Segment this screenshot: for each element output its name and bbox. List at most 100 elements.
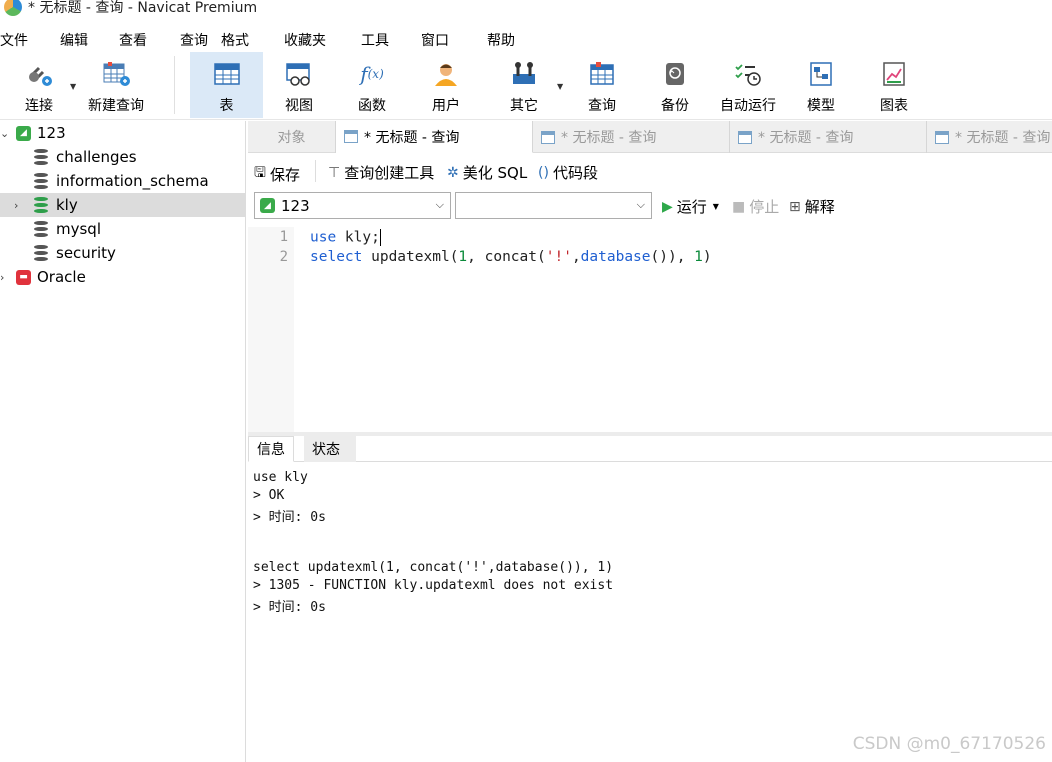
save-button[interactable]: 🖫 保存 <box>254 162 300 186</box>
toolbar-divider <box>174 56 175 114</box>
view-icon <box>285 61 313 87</box>
backup-icon <box>661 61 689 87</box>
tab-status[interactable]: 状态 <box>304 436 356 462</box>
tools-icon <box>510 61 538 87</box>
checklist-clock-icon <box>734 61 762 87</box>
model-icon <box>807 61 835 87</box>
output-line: > 时间: 0s <box>253 510 326 525</box>
result-tab-bar: 信息 状态 <box>248 436 1052 462</box>
mysql-connection-icon: ◢ <box>260 198 275 213</box>
mysql-connection-icon: ◢ <box>16 125 31 141</box>
tab-query-active[interactable]: * 无标题 - 查询 <box>336 121 533 153</box>
menu-file[interactable]: 文件 <box>0 30 28 50</box>
magic-wand-icon: ✲ <box>447 164 459 181</box>
tree-db-mysql[interactable]: mysql <box>34 217 245 241</box>
query-button[interactable]: 查询 <box>575 52 629 118</box>
query-tab-icon <box>541 130 555 144</box>
menu-tools[interactable]: 工具 <box>361 30 389 50</box>
tree-db-security[interactable]: security <box>34 241 245 265</box>
tree-db-challenges[interactable]: challenges <box>34 145 245 169</box>
table-icon <box>213 61 241 87</box>
table-button[interactable]: 表 <box>190 52 263 118</box>
model-button[interactable]: 模型 <box>794 52 848 118</box>
menu-query[interactable]: 查询 <box>180 30 208 50</box>
stop-button[interactable]: ■ 停止 <box>732 196 779 217</box>
output-line: use kly <box>253 470 308 485</box>
database-icon <box>34 221 48 237</box>
line-number: 1 <box>279 229 288 245</box>
chevron-right-icon[interactable]: › <box>14 199 24 212</box>
code-line-2: select updatexml(1, concat('!',database(… <box>310 249 712 265</box>
line-number: 2 <box>279 249 288 265</box>
database-icon <box>34 149 48 165</box>
explain-button[interactable]: ⊞ 解释 <box>789 196 835 217</box>
code-snippet-button[interactable]: () 代码段 <box>538 162 598 183</box>
title-bar: * 无标题 - 查询 - Navicat Premium <box>0 0 1052 22</box>
menu-view[interactable]: 查看 <box>119 30 147 50</box>
tree-connection-mysql[interactable]: ⌄ ◢ 123 <box>0 121 245 145</box>
backup-button[interactable]: 备份 <box>648 52 702 118</box>
play-icon: ▶ <box>662 198 673 215</box>
user-button[interactable]: 用户 <box>419 52 473 118</box>
query-toolbar: 🖫 保存 ⊤ 查询创建工具 ✲ 美化 SQL () 代码段 <box>248 158 1052 186</box>
function-button[interactable]: f (x) 函数 <box>345 52 399 118</box>
menu-favorites[interactable]: 收藏夹 <box>284 30 326 50</box>
editor-tab-bar: 对象 * 无标题 - 查询 * 无标题 - 查询 * 无标题 - 查询 * 无标… <box>248 121 1052 153</box>
chart-button[interactable]: 图表 <box>867 52 921 118</box>
chevron-down-icon: ⌵ <box>636 198 645 211</box>
tab-query[interactable]: * 无标题 - 查询 <box>533 121 730 153</box>
query-toolbar-divider <box>315 160 316 182</box>
new-query-icon <box>102 61 130 87</box>
beautify-sql-button[interactable]: ✲ 美化 SQL <box>447 162 527 183</box>
new-query-button[interactable]: 新建查询 <box>84 52 148 118</box>
tab-query[interactable]: * 无标题 - 查询 <box>927 121 1052 153</box>
database-open-icon <box>34 197 48 213</box>
connection-select[interactable]: ◢ 123 ⌵ <box>254 192 451 219</box>
stop-icon: ■ <box>732 198 746 215</box>
output-line: > OK <box>253 488 285 503</box>
menu-edit[interactable]: 编辑 <box>60 30 88 50</box>
chevron-down-icon[interactable]: ⌄ <box>0 127 10 140</box>
other-button[interactable]: 其它 <box>497 52 551 118</box>
query-tab-icon <box>935 130 949 144</box>
navicat-logo-icon <box>4 0 22 16</box>
database-icon <box>34 245 48 261</box>
database-select[interactable]: ⌵ <box>455 192 652 219</box>
plug-icon <box>25 61 53 87</box>
user-icon <box>432 61 460 87</box>
tab-info[interactable]: 信息 <box>248 436 294 462</box>
tab-objects[interactable]: 对象 <box>248 121 336 153</box>
tab-query[interactable]: * 无标题 - 查询 <box>730 121 927 153</box>
query-builder-button[interactable]: ⊤ 查询创建工具 <box>328 162 434 183</box>
connect-dropdown-caret[interactable]: ▼ <box>70 82 76 91</box>
snippet-icon: () <box>538 164 549 181</box>
tree-db-kly[interactable]: › kly <box>0 193 245 217</box>
sql-editor[interactable]: 1 2 use kly; select updatexml(1, concat(… <box>248 227 1052 432</box>
output-line: > 时间: 0s <box>253 600 326 615</box>
run-dropdown-caret[interactable]: ▼ <box>713 202 719 211</box>
save-icon: 🖫 <box>254 165 266 181</box>
window-title: * 无标题 - 查询 - Navicat Premium <box>28 0 258 16</box>
menu-window[interactable]: 窗口 <box>421 30 449 50</box>
query-tab-icon <box>344 130 358 143</box>
sql-code[interactable]: use kly; select updatexml(1, concat('!',… <box>310 227 712 291</box>
code-line-1: use kly; <box>310 229 381 246</box>
other-dropdown-caret[interactable]: ▼ <box>557 82 563 91</box>
watermark: CSDN @m0_67170526 <box>852 734 1046 754</box>
menu-help[interactable]: 帮助 <box>487 30 515 50</box>
connect-button[interactable]: 连接 <box>14 52 64 118</box>
chevron-right-icon[interactable]: › <box>0 271 10 284</box>
query-tab-icon <box>738 130 752 144</box>
run-button[interactable]: ▶ 运行 ▼ <box>662 196 719 217</box>
menu-bar: 文件 编辑 查看 查询 格式 收藏夹 工具 窗口 帮助 <box>0 28 1052 50</box>
tree-connection-oracle[interactable]: › ▬ Oracle <box>0 265 245 289</box>
main-toolbar: 连接 ▼ 新建查询 表 视图 f (x) 函数 用户 其它 ▼ 查询 备份 自动… <box>0 52 1052 120</box>
auto-run-button[interactable]: 自动运行 <box>716 52 780 118</box>
hammer-icon: ⊤ <box>328 164 341 181</box>
tree-db-information-schema[interactable]: information_schema <box>34 169 245 193</box>
view-button[interactable]: 视图 <box>272 52 326 118</box>
connection-tree: ⌄ ◢ 123 challenges information_schema › … <box>0 121 246 762</box>
output-line: select updatexml(1, concat('!',database(… <box>253 560 614 575</box>
menu-format[interactable]: 格式 <box>221 30 249 50</box>
connection-selector-row: ◢ 123 ⌵ ⌵ ▶ 运行 ▼ ■ 停止 ⊞ 解释 <box>248 191 1052 221</box>
